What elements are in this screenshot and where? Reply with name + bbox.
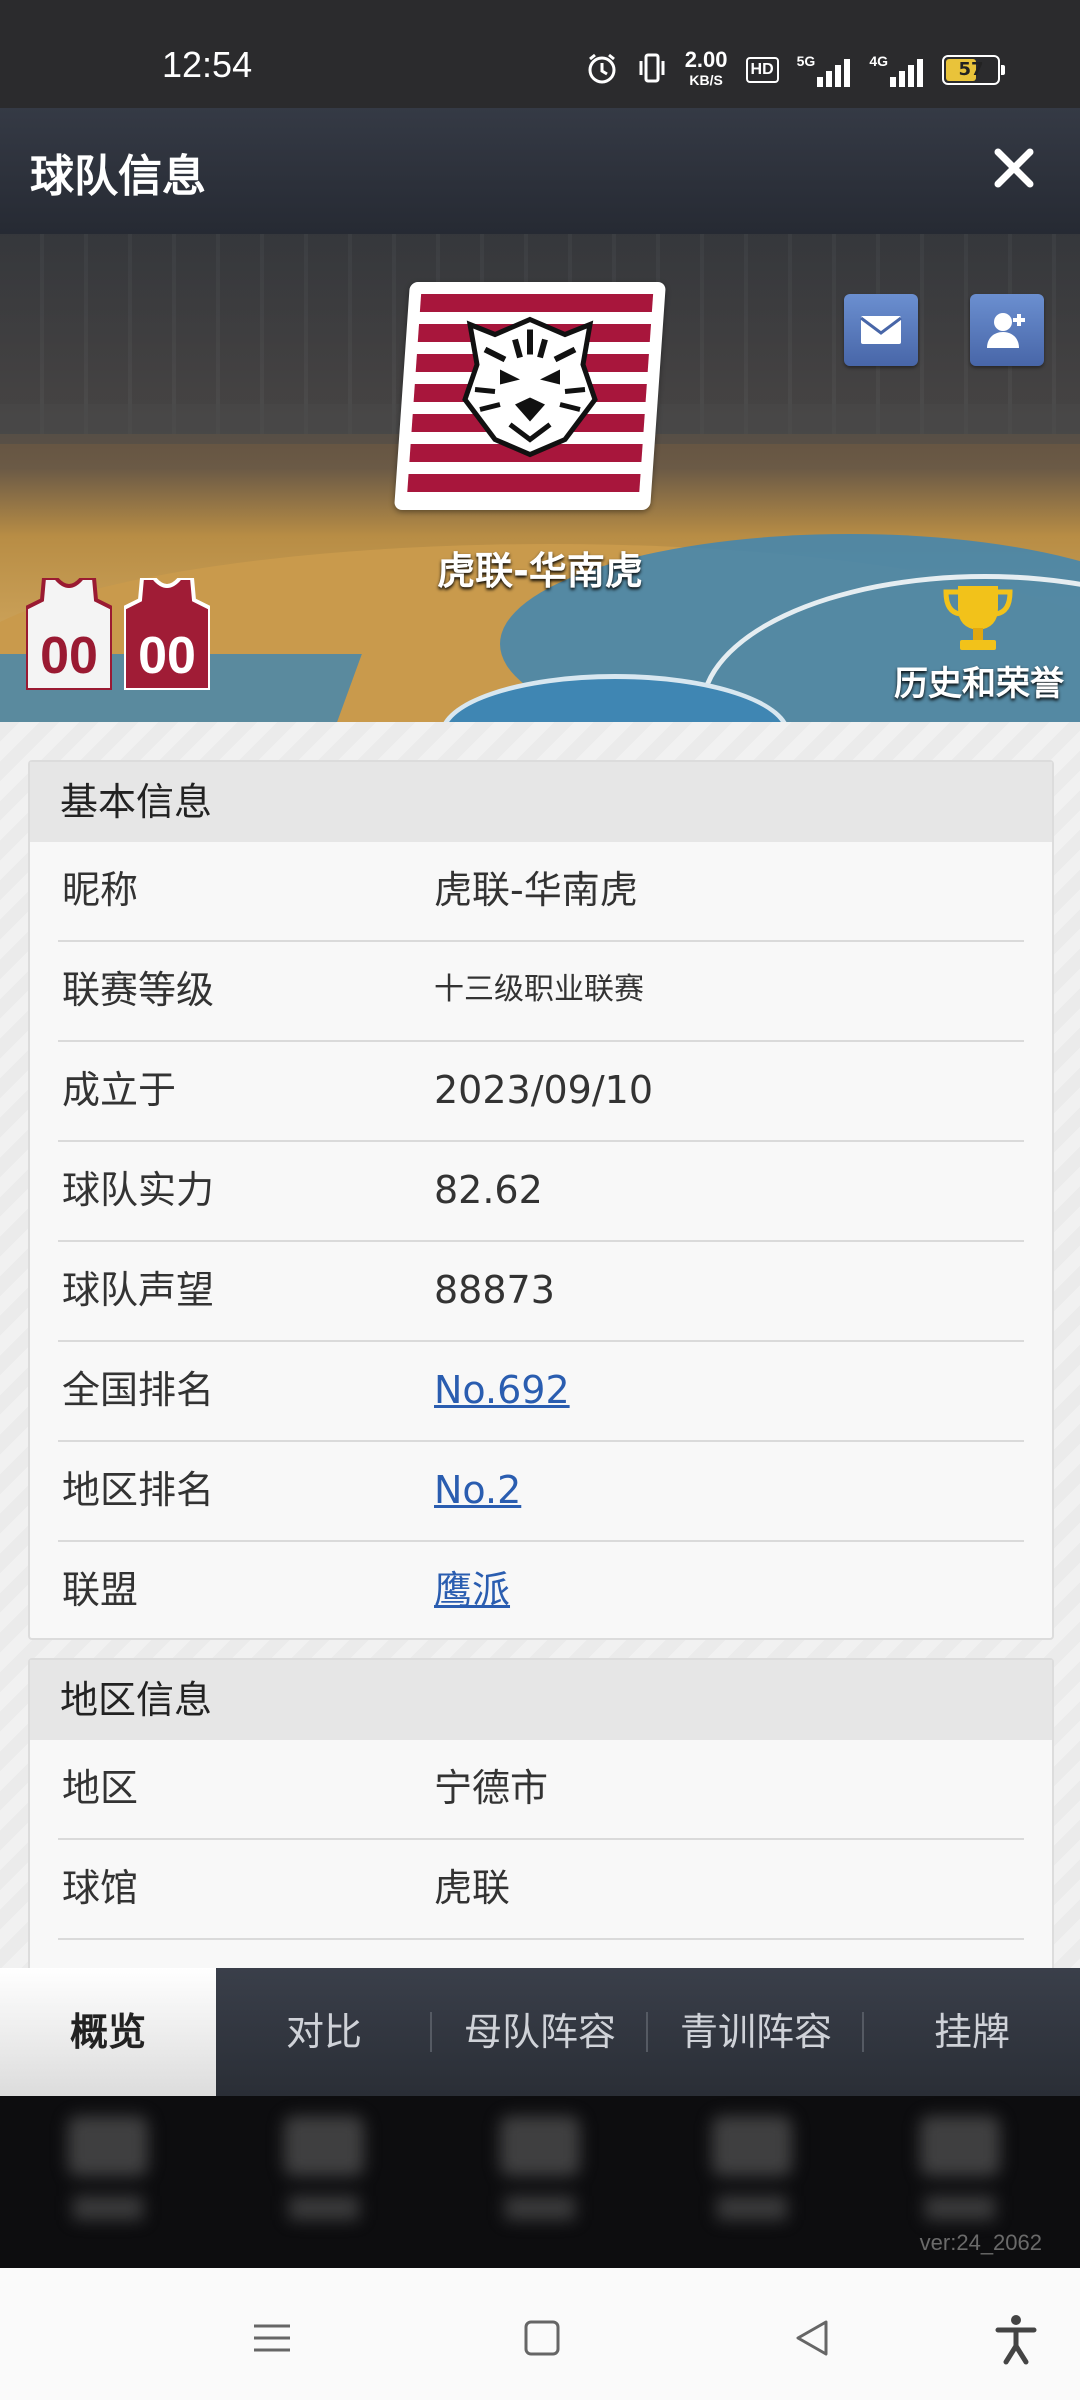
blurred-bottom-nav <box>0 2096 1080 2268</box>
page-title: 球队信息 <box>30 151 206 202</box>
team-logo[interactable] <box>394 282 666 510</box>
status-bar: 12:54 2.00 KB/S HD 5G 4G 57 <box>0 0 1080 108</box>
row-value: 虎联 <box>434 1866 511 1910</box>
signal-4g-icon: 4G <box>869 53 924 87</box>
blurred-nav-item <box>500 2116 580 2246</box>
home-jersey-number: 00 <box>40 627 98 685</box>
net1-label: 5G <box>796 53 816 69</box>
net2-label: 4G <box>869 53 888 69</box>
row-value: 宁德市 <box>434 1766 549 1810</box>
alarm-icon <box>585 51 619 89</box>
back-icon[interactable] <box>782 2308 842 2368</box>
row-value: 十三级职业联赛 <box>434 972 644 1007</box>
tab-overview[interactable]: 概览 <box>0 1968 216 2096</box>
region-info-card: 地区信息 地区 宁德市 球馆 虎联 <box>28 1658 1054 1968</box>
history-honors-link[interactable]: 历史和荣誉 <box>894 656 1064 705</box>
regional-rank-link[interactable]: No.2 <box>434 1442 521 1538</box>
mail-icon <box>860 316 902 344</box>
clock: 12:54 <box>162 44 253 85</box>
row-value: 2023/09/10 <box>434 1068 654 1112</box>
battery-icon: 57 <box>942 55 1005 85</box>
network-speed-unit: KB/S <box>689 72 723 88</box>
tab-senior-roster-label: 母队阵容 <box>463 2010 616 2054</box>
add-friend-button[interactable] <box>970 294 1044 366</box>
blurred-nav-item <box>284 2116 364 2246</box>
info-row-league-level: 联赛等级 十三级职业联赛 <box>58 942 1024 1042</box>
info-row-regional-rank: 地区排名 No.2 <box>58 1442 1024 1542</box>
tab-youth-roster[interactable]: 青训阵容 <box>648 1968 864 2096</box>
signal-5g-icon: 5G <box>797 53 852 87</box>
menu-icon[interactable] <box>242 2308 302 2368</box>
home-icon[interactable] <box>512 2308 572 2368</box>
row-value: 88873 <box>434 1268 555 1312</box>
row-value: 82.62 <box>434 1168 543 1212</box>
row-label: 联盟 <box>62 1568 139 1612</box>
basic-info-card: 基本信息 昵称 虎联-华南虎 联赛等级 十三级职业联赛 成立于 2023/09/… <box>28 760 1054 1640</box>
trophy-icon[interactable] <box>940 582 1016 656</box>
tab-listing[interactable]: 挂牌 <box>864 1968 1080 2096</box>
version-label: ver:24_2062 <box>919 2230 1042 2255</box>
mail-button[interactable] <box>844 294 918 366</box>
system-nav-bar <box>0 2268 1080 2400</box>
tab-senior-roster[interactable]: 母队阵容 <box>432 1968 648 2096</box>
tab-youth-roster-label: 青训阵容 <box>679 2010 832 2054</box>
hd-icon: HD <box>745 57 779 83</box>
row-label: 球队声望 <box>62 1268 215 1312</box>
row-label: 联赛等级 <box>62 968 215 1012</box>
info-row-strength: 球队实力 82.62 <box>58 1142 1024 1242</box>
row-label: 昵称 <box>62 868 139 912</box>
info-row-founded: 成立于 2023/09/10 <box>58 1042 1024 1142</box>
close-icon[interactable] <box>984 138 1044 198</box>
row-value: 虎联-华南虎 <box>434 868 638 912</box>
battery-level: 57 <box>958 59 984 80</box>
info-content[interactable]: 基本信息 昵称 虎联-华南虎 联赛等级 十三级职业联赛 成立于 2023/09/… <box>0 722 1080 1968</box>
row-label: 成立于 <box>62 1068 177 1112</box>
blurred-nav-item <box>712 2116 792 2246</box>
row-label: 球队实力 <box>62 1168 215 1212</box>
info-row-arena: 球馆 虎联 <box>58 1840 1024 1940</box>
away-jersey[interactable]: 00 <box>124 578 210 690</box>
tiger-icon <box>455 310 605 483</box>
title-bar: 球队信息 <box>0 108 1080 234</box>
away-jersey-number: 00 <box>138 627 196 685</box>
alliance-link[interactable]: 鹰派 <box>434 1542 510 1638</box>
row-label: 地区 <box>62 1766 139 1810</box>
national-rank-link[interactable]: No.692 <box>434 1342 570 1438</box>
network-speed: 2.00 KB/S <box>684 47 728 90</box>
add-user-icon <box>987 313 1025 348</box>
status-icons: 2.00 KB/S HD 5G 4G 57 <box>585 47 1005 92</box>
row-label: 全国排名 <box>62 1368 215 1412</box>
info-row-nickname: 昵称 虎联-华南虎 <box>58 842 1024 942</box>
basic-info-title: 基本信息 <box>30 762 1052 842</box>
network-speed-value: 2.00 <box>684 47 728 72</box>
row-label: 球馆 <box>62 1866 139 1910</box>
tab-compare-label: 对比 <box>285 2010 362 2054</box>
row-label: 地区排名 <box>62 1468 215 1512</box>
vibrate-icon <box>637 51 667 89</box>
tab-compare[interactable]: 对比 <box>216 1968 432 2096</box>
blurred-nav-item <box>68 2116 148 2246</box>
blurred-nav-item <box>920 2116 1000 2246</box>
accessibility-icon[interactable] <box>986 2308 1046 2368</box>
info-row-alliance: 联盟 鹰派 <box>58 1542 1024 1640</box>
region-info-title: 地区信息 <box>30 1660 1052 1740</box>
tab-bar: 概览 对比 母队阵容 青训阵容 挂牌 <box>0 1968 1080 2096</box>
info-row-reputation: 球队声望 88873 <box>58 1242 1024 1342</box>
home-jersey[interactable]: 00 <box>26 578 112 690</box>
info-row-national-rank: 全国排名 No.692 <box>58 1342 1024 1442</box>
info-row-region: 地区 宁德市 <box>58 1740 1024 1840</box>
